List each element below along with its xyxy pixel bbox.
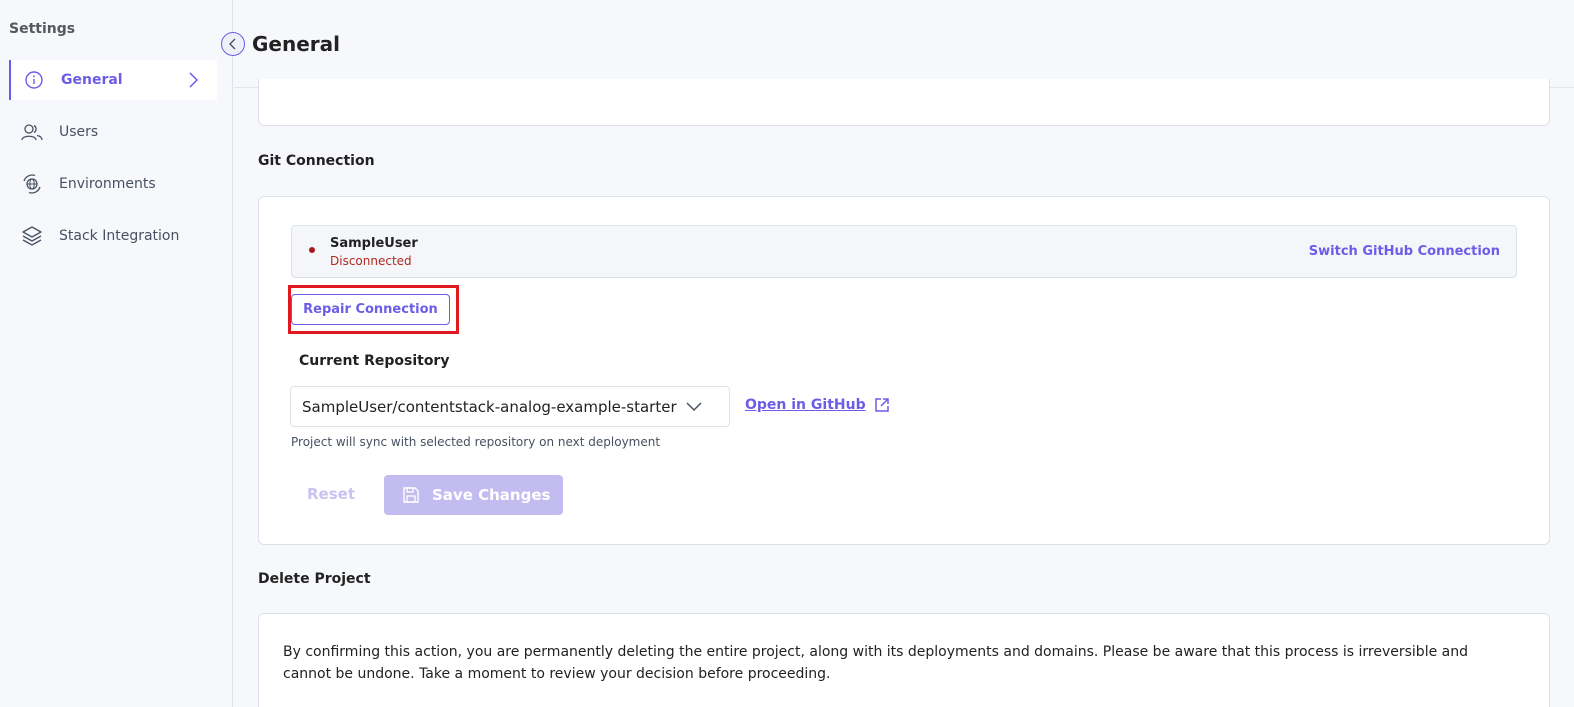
save-icon [403,487,419,503]
main-content: Git Connection SampleUser Disconnected S… [234,79,1574,707]
delete-warning-text: By confirming this action, you are perma… [283,644,1468,682]
sidebar-item-general[interactable]: General [9,60,217,100]
save-changes-button[interactable]: Save Changes [384,475,563,515]
sidebar-item-label: Stack Integration [59,228,180,244]
status-dot-icon [309,247,315,253]
settings-sidebar: Settings General Users Environments Stac… [0,0,233,707]
open-in-github-link[interactable]: Open in GitHub [745,397,890,413]
external-link-icon [874,398,889,412]
sidebar-item-users[interactable]: Users [9,112,217,152]
sidebar-item-label: Environments [59,176,156,192]
switch-github-connection-link[interactable]: Switch GitHub Connection [1309,244,1500,259]
sidebar-item-stack-integration[interactable]: Stack Integration [9,216,217,256]
delete-project-card: By confirming this action, you are perma… [258,613,1550,707]
open-in-github-label: Open in GitHub [745,397,866,413]
info-icon [23,69,45,91]
git-connection-heading: Git Connection [258,153,375,169]
app-root: Settings General Users Environments Stac… [0,0,1574,707]
collapse-sidebar-button[interactable] [221,32,245,56]
sidebar-item-environments[interactable]: Environments [9,164,217,204]
repository-select[interactable]: SampleUser/contentstack-analog-example-s… [290,386,730,427]
page-title: General [252,32,340,56]
page-header [234,0,1574,88]
git-connection-card: SampleUser Disconnected Switch GitHub Co… [258,196,1550,545]
sidebar-item-label: Users [59,124,99,140]
previous-section-card [258,79,1550,126]
connection-status: Disconnected [330,254,412,268]
repair-connection-button[interactable]: Repair Connection [291,294,450,325]
connected-user: SampleUser [330,236,418,251]
layers-icon [21,225,43,247]
sidebar-item-label: General [61,72,123,88]
current-repository-label: Current Repository [299,353,450,369]
reset-button[interactable]: Reset [307,485,355,503]
chevron-right-icon [189,72,199,88]
connection-status-bar: SampleUser Disconnected Switch GitHub Co… [291,225,1517,278]
environments-icon [21,173,43,195]
repository-select-value: SampleUser/contentstack-analog-example-s… [302,397,677,416]
sidebar-title: Settings [9,21,76,37]
delete-project-heading: Delete Project [258,571,371,587]
chevron-left-icon [229,38,236,50]
chevron-down-icon [686,402,702,412]
save-changes-label: Save Changes [432,486,551,504]
users-icon [21,121,43,143]
repository-helper-text: Project will sync with selected reposito… [291,435,661,449]
